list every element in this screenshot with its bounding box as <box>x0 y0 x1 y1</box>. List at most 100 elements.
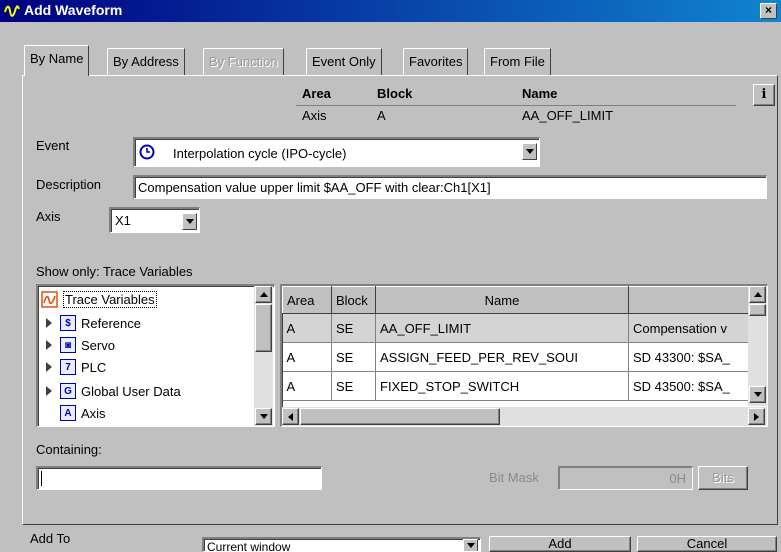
text-cursor <box>41 471 42 486</box>
tree-item-global-user-data[interactable]: G Global User Data <box>46 380 181 402</box>
title-bar: Add Waveform × <box>0 0 781 22</box>
expand-arrow-icon <box>46 386 52 396</box>
tree-item-axis[interactable]: A Axis <box>60 402 106 424</box>
event-value: Interpolation cycle (IPO-cycle) <box>173 146 346 161</box>
tree-item-label: Trace Variables <box>63 291 157 308</box>
cell-name: FIXED_STOP_SWITCH <box>376 372 629 401</box>
info-button[interactable]: i <box>753 84 775 106</box>
chevron-down-icon <box>186 219 194 224</box>
tree-item-servo[interactable]: ◙ Servo <box>46 334 115 356</box>
add-button[interactable]: Add <box>489 536 631 552</box>
chevron-down-icon <box>467 543 475 548</box>
event-dropdown[interactable]: Interpolation cycle (IPO-cycle) <box>133 137 540 167</box>
expand-arrow-icon <box>46 340 52 350</box>
tree-item-label: Reference <box>81 316 141 331</box>
description-field[interactable]: Compensation value upper limit $AA_OFF w… <box>133 175 767 199</box>
cell-block: SE <box>332 314 376 343</box>
variable-tree[interactable]: Trace Variables $ Reference ◙ Servo 7 PL… <box>36 284 275 427</box>
table-row[interactable]: A SE ASSIGN_FEED_PER_REV_SOUI SD 43300: … <box>283 343 769 372</box>
scroll-thumb[interactable] <box>255 304 272 352</box>
containing-input[interactable] <box>36 466 322 490</box>
bitmask-field: 0H <box>558 466 693 490</box>
tree-item-trace-variables[interactable]: Trace Variables <box>41 288 157 310</box>
cell-block: SE <box>332 343 376 372</box>
expand-arrow-icon <box>46 318 52 328</box>
window-title: Add Waveform <box>24 2 122 18</box>
table-row[interactable]: A SE AA_OFF_LIMIT Compensation v <box>283 314 769 343</box>
plc-icon: 7 <box>60 359 76 375</box>
bitmask-value: 0H <box>669 471 686 486</box>
arrow-up-icon <box>260 292 268 297</box>
reference-icon: $ <box>60 315 76 331</box>
variable-grid[interactable]: Area Block Name A SE AA_OFF_LIMIT Compen… <box>280 284 768 427</box>
selected-name-value: AA_OFF_LIMIT <box>522 108 613 123</box>
chevron-down-icon <box>526 149 534 154</box>
bits-button: Bits <box>698 466 748 490</box>
tree-item-reference[interactable]: $ Reference <box>46 312 141 334</box>
tab-by-function: By Function <box>203 48 284 75</box>
scroll-right-button[interactable] <box>748 408 765 425</box>
grid-hscrollbar[interactable] <box>282 407 767 426</box>
description-label: Description <box>36 177 101 192</box>
column-header-block[interactable]: Block <box>332 287 376 314</box>
cell-area: A <box>283 343 332 372</box>
expand-arrow-icon <box>46 362 52 372</box>
tab-by-name[interactable]: By Name <box>24 45 89 76</box>
axis-value: X1 <box>115 213 131 228</box>
cell-area: A <box>283 314 332 343</box>
cell-block: SE <box>332 372 376 401</box>
axis-dropdown[interactable]: X1 <box>109 207 200 233</box>
arrow-down-icon <box>754 392 762 397</box>
scroll-down-button[interactable] <box>749 386 766 403</box>
tab-favorites[interactable]: Favorites <box>403 48 468 75</box>
tab-event-only[interactable]: Event Only <box>306 48 382 75</box>
tree-item-label: Servo <box>81 338 115 353</box>
tab-from-file[interactable]: From File <box>484 48 551 75</box>
grid-vscrollbar[interactable] <box>748 286 767 406</box>
scroll-thumb[interactable] <box>749 304 766 316</box>
scroll-up-button[interactable] <box>749 286 766 303</box>
grid-table: Area Block Name A SE AA_OFF_LIMIT Compen… <box>282 286 768 401</box>
arrow-down-icon <box>260 414 268 419</box>
waveform-icon <box>4 3 20 19</box>
selected-name-header: Name <box>522 86 557 101</box>
close-button[interactable]: × <box>760 3 777 19</box>
column-header-area[interactable]: Area <box>283 287 332 314</box>
add-to-dropdown[interactable]: Current window <box>202 537 481 552</box>
cell-name: AA_OFF_LIMIT <box>376 314 629 343</box>
table-row[interactable]: A SE FIXED_STOP_SWITCH SD 43500: $SA_ <box>283 372 769 401</box>
show-only-label: Show only: Trace Variables <box>36 264 193 279</box>
containing-label: Containing: <box>36 442 102 457</box>
selected-block-header: Block <box>377 86 412 101</box>
column-header-name[interactable]: Name <box>376 287 629 314</box>
close-icon: × <box>765 3 772 17</box>
tree-item-label: PLC <box>81 360 106 375</box>
tree-item-plc[interactable]: 7 PLC <box>46 356 106 378</box>
tree-item-label: Global User Data <box>81 384 181 399</box>
tab-by-address[interactable]: By Address <box>107 48 185 75</box>
header-divider <box>296 105 736 106</box>
scroll-thumb[interactable] <box>300 408 500 425</box>
grid-header-row: Area Block Name <box>283 287 769 314</box>
axis-icon: A <box>60 405 76 421</box>
tree-scrollbar[interactable] <box>254 286 273 426</box>
cancel-button[interactable]: Cancel <box>637 536 777 552</box>
scroll-down-button[interactable] <box>255 408 272 425</box>
selected-block-value: A <box>377 108 386 123</box>
scroll-up-button[interactable] <box>255 286 272 303</box>
trace-icon <box>41 291 58 308</box>
add-to-label: Add To <box>30 531 70 546</box>
axis-dropdown-arrow[interactable] <box>182 213 197 230</box>
event-label: Event <box>36 138 69 153</box>
scroll-left-button[interactable] <box>282 408 299 425</box>
event-dropdown-arrow[interactable] <box>522 143 537 160</box>
info-icon: i <box>762 87 767 102</box>
arrow-left-icon <box>288 413 293 421</box>
selected-area-header: Area <box>302 86 331 101</box>
arrow-up-icon <box>754 292 762 297</box>
axis-label: Axis <box>36 209 61 224</box>
description-value: Compensation value upper limit $AA_OFF w… <box>138 180 491 195</box>
add-to-dropdown-arrow[interactable] <box>463 539 478 552</box>
selected-area-value: Axis <box>302 108 327 123</box>
cell-area: A <box>283 372 332 401</box>
